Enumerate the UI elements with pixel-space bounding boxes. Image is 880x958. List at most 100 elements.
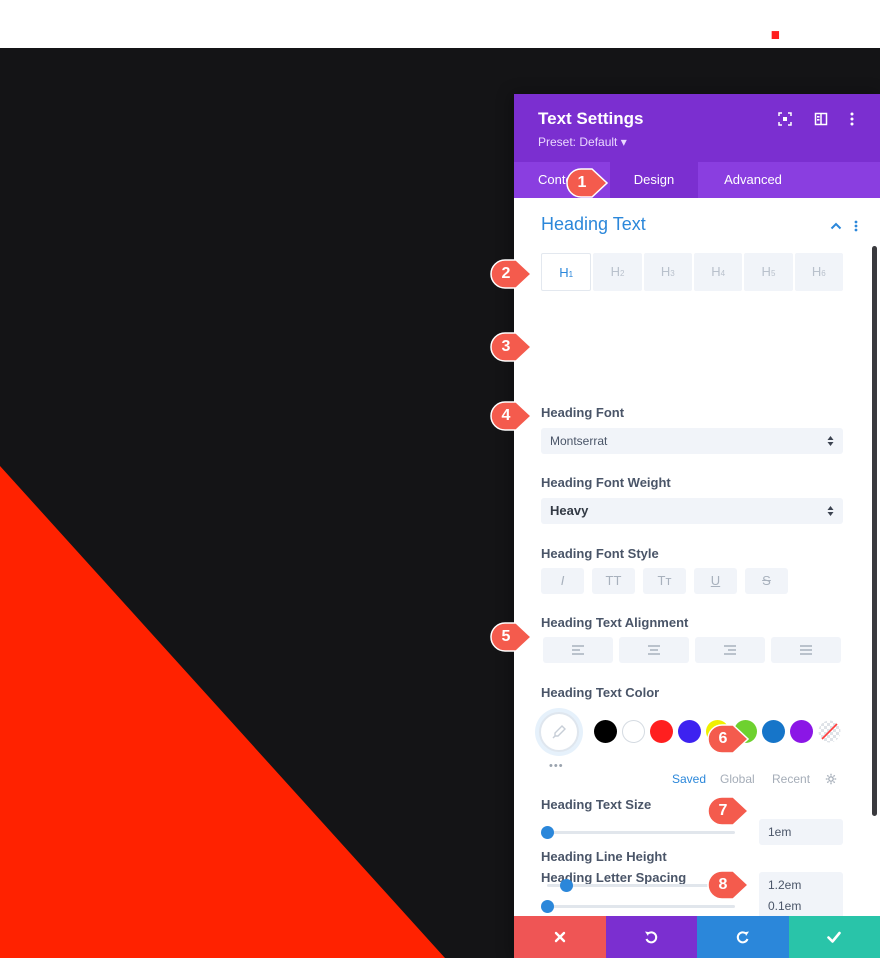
text-size-input[interactable]: 1em	[759, 819, 843, 845]
callout-marker-4: 4	[490, 401, 532, 431]
heading-tab-letter: H	[711, 264, 721, 279]
color-tab-global[interactable]: Global	[720, 772, 755, 786]
align-left-button[interactable]	[543, 637, 613, 663]
align-left-icon	[572, 645, 584, 655]
uppercase-button[interactable]: TT	[592, 568, 635, 594]
align-right-button[interactable]	[695, 637, 765, 663]
callout-marker-1: 1	[566, 168, 608, 198]
align-right-icon	[724, 645, 736, 655]
align-justify-button[interactable]	[771, 637, 841, 663]
heading-font-value: Montserrat	[550, 434, 608, 448]
select-arrows-icon	[827, 436, 834, 446]
heading-level-tabs: H1 H2 H3 H4 H5 H6	[541, 253, 843, 291]
text-size-slider-thumb[interactable]	[541, 826, 554, 839]
strikethrough-button[interactable]: S	[745, 568, 788, 594]
heading-tab-letter: H	[559, 265, 569, 280]
hero-title-text: Fluid Fullscreen Page Design	[0, 0, 768, 49]
gear-icon[interactable]	[825, 773, 837, 785]
color-swatch-red[interactable]	[650, 720, 673, 743]
heading-tab-digit: 4	[720, 269, 726, 278]
heading-tab-letter: H	[610, 264, 620, 279]
letter-spacing-slider-track[interactable]	[547, 905, 735, 908]
hero-title: Fluid Fullscreen Page Design.	[0, 0, 786, 49]
underline-button[interactable]: U	[694, 568, 737, 594]
heading-text-alignment-label: Heading Text Alignment	[541, 615, 689, 630]
heading-tab-letter: H	[660, 264, 671, 279]
italic-button[interactable]: I	[541, 568, 584, 594]
callout-marker-6: 6	[707, 724, 749, 754]
align-justify-icon	[800, 645, 812, 655]
color-swatch-white[interactable]	[622, 720, 645, 743]
heading-font-weight-select[interactable]: Heavy	[541, 498, 843, 524]
panel-title: Text Settings	[538, 109, 644, 128]
line-height-slider-thumb[interactable]	[559, 879, 573, 892]
heading-tab-h2[interactable]: H2	[593, 253, 642, 291]
heading-tab-h5[interactable]: H5	[744, 253, 793, 291]
callout-number: 8	[718, 876, 728, 893]
callout-marker-2: 2	[490, 259, 532, 289]
color-swatch-blue[interactable]	[678, 720, 701, 743]
checkmark-icon	[827, 931, 842, 943]
callout-number: 5	[501, 628, 511, 645]
color-swatch-dark-blue[interactable]	[762, 720, 785, 743]
text-settings-panel: Text Settings Preset: Default ▾ Content …	[514, 94, 880, 958]
panel-footer	[514, 916, 880, 958]
align-center-button[interactable]	[619, 637, 689, 663]
section-title-heading-text[interactable]: Heading Text	[541, 214, 646, 235]
redo-button[interactable]	[697, 916, 789, 958]
heading-tab-h6[interactable]: H6	[794, 253, 843, 291]
heading-tab-digit: 6	[821, 269, 826, 278]
color-swatch-black[interactable]	[594, 720, 617, 743]
tab-advanced[interactable]: Advanced	[698, 162, 808, 198]
expand-icon[interactable]	[776, 110, 794, 128]
text-size-slider-track[interactable]	[547, 831, 735, 834]
heading-tab-h4[interactable]: H4	[693, 253, 743, 291]
panel-scrollbar[interactable]	[872, 246, 877, 816]
callout-number: 1	[577, 174, 587, 191]
heading-font-weight-label: Heading Font Weight	[541, 475, 671, 490]
more-colors-icon[interactable]: •••	[549, 760, 564, 772]
cancel-button[interactable]	[514, 916, 606, 958]
collapse-chevron-icon[interactable]	[830, 222, 842, 230]
callout-marker-5: 5	[490, 622, 532, 652]
section-options-icon[interactable]	[854, 220, 858, 232]
capitalize-button[interactable]: Tт	[643, 568, 686, 594]
select-arrows-icon	[827, 506, 834, 516]
preset-caret-icon: ▾	[620, 135, 627, 149]
preset-dropdown[interactable]: Preset: Default ▾	[538, 135, 627, 149]
heading-text-size-label: Heading Text Size	[541, 797, 652, 812]
save-button[interactable]	[788, 916, 880, 958]
callout-marker-3: 3	[490, 332, 532, 362]
alignment-buttons	[543, 637, 841, 663]
letter-spacing-slider-thumb[interactable]	[541, 900, 554, 913]
callout-number: 7	[718, 802, 728, 819]
heading-tab-h3[interactable]: H3	[643, 253, 692, 291]
split-view-icon[interactable]	[812, 110, 830, 128]
heading-tab-h1[interactable]: H1	[541, 253, 592, 291]
heading-tab-digit: 5	[770, 269, 776, 278]
heading-font-style-label: Heading Font Style	[541, 546, 659, 561]
preset-label: Preset: Default	[538, 135, 618, 149]
color-swatch-purple[interactable]	[790, 720, 813, 743]
heading-tab-letter: H	[761, 264, 771, 279]
heading-font-select[interactable]: Montserrat	[541, 428, 843, 454]
undo-icon	[645, 931, 658, 944]
no-color-swatch-icon[interactable]	[818, 720, 841, 743]
heading-line-height-label: Heading Line Height	[541, 849, 667, 864]
line-height-input[interactable]: 1.2em	[759, 872, 843, 898]
callout-marker-8: 8	[707, 870, 749, 900]
color-picker-button[interactable]	[539, 712, 579, 752]
color-tab-recent[interactable]: Recent	[772, 772, 810, 786]
heading-tab-letter: H	[811, 264, 822, 279]
heading-font-weight-value: Heavy	[550, 503, 589, 518]
eyedropper-icon	[552, 725, 566, 739]
more-options-icon[interactable]	[843, 110, 861, 128]
callout-number: 3	[501, 338, 511, 355]
callout-number: 2	[501, 265, 511, 282]
undo-button[interactable]	[605, 916, 697, 958]
heading-tab-digit: 3	[670, 269, 675, 278]
callout-marker-7: 7	[707, 796, 749, 826]
heading-text-color-label: Heading Text Color	[541, 685, 660, 700]
tab-design[interactable]: Design	[610, 162, 698, 198]
color-tab-saved[interactable]: Saved	[672, 772, 706, 786]
